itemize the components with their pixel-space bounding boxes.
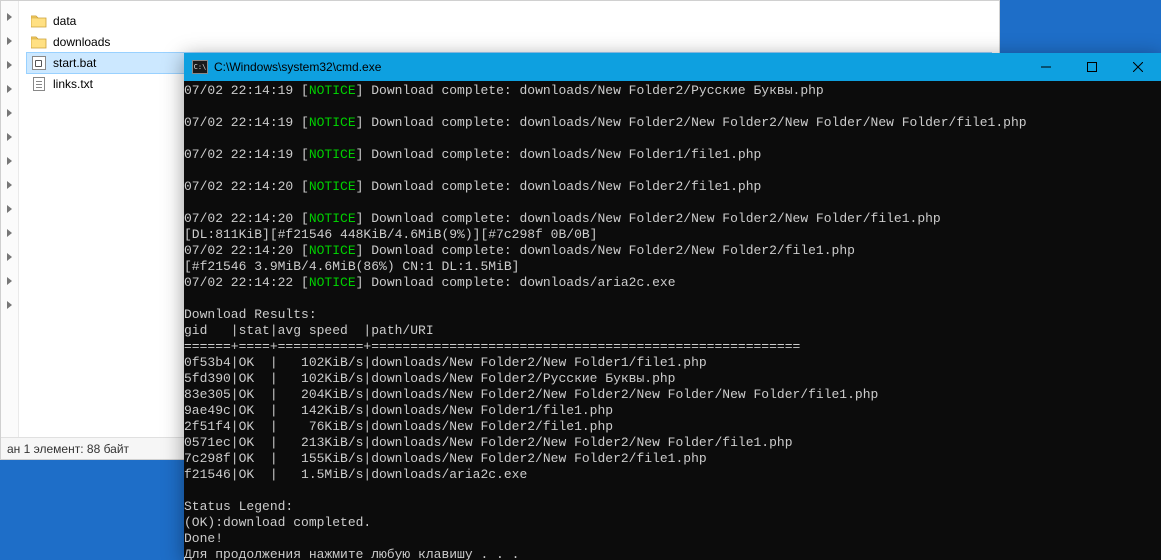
chevron-right-icon[interactable] <box>7 301 12 309</box>
maximize-icon <box>1087 62 1097 72</box>
close-icon <box>1133 62 1143 72</box>
chevron-right-icon[interactable] <box>7 229 12 237</box>
cmd-titlebar[interactable]: C:\ C:\Windows\system32\cmd.exe <box>184 53 1161 81</box>
chevron-right-icon[interactable] <box>7 37 12 45</box>
file-name: downloads <box>53 35 110 49</box>
chevron-right-icon[interactable] <box>7 277 12 285</box>
text-file-icon <box>31 76 47 92</box>
close-button[interactable] <box>1115 53 1161 81</box>
window-controls <box>1023 53 1161 81</box>
cmd-icon: C:\ <box>192 60 208 74</box>
folder-icon <box>31 34 47 50</box>
list-item[interactable]: downloads <box>27 32 991 52</box>
minimize-icon <box>1041 62 1051 72</box>
maximize-button[interactable] <box>1069 53 1115 81</box>
file-name: links.txt <box>53 77 93 91</box>
minimize-button[interactable] <box>1023 53 1069 81</box>
chevron-right-icon[interactable] <box>7 133 12 141</box>
chevron-right-icon[interactable] <box>7 157 12 165</box>
cmd-window: C:\ C:\Windows\system32\cmd.exe 07/02 22… <box>184 53 1161 560</box>
cmd-output[interactable]: 07/02 22:14:19 [NOTICE] Download complet… <box>184 81 1161 560</box>
status-text: ан 1 элемент: 88 байт <box>7 442 129 456</box>
chevron-right-icon[interactable] <box>7 205 12 213</box>
cmd-title: C:\Windows\system32\cmd.exe <box>214 60 1023 74</box>
folder-icon <box>31 13 47 29</box>
chevron-right-icon[interactable] <box>7 181 12 189</box>
chevron-right-icon[interactable] <box>7 85 12 93</box>
chevron-right-icon[interactable] <box>7 61 12 69</box>
file-name: start.bat <box>53 56 96 70</box>
chevron-right-icon[interactable] <box>7 253 12 261</box>
list-item[interactable]: data <box>27 11 991 31</box>
explorer-tree-gutter <box>1 1 19 459</box>
file-name: data <box>53 14 76 28</box>
chevron-right-icon[interactable] <box>7 13 12 21</box>
batch-file-icon <box>31 55 47 71</box>
chevron-right-icon[interactable] <box>7 109 12 117</box>
